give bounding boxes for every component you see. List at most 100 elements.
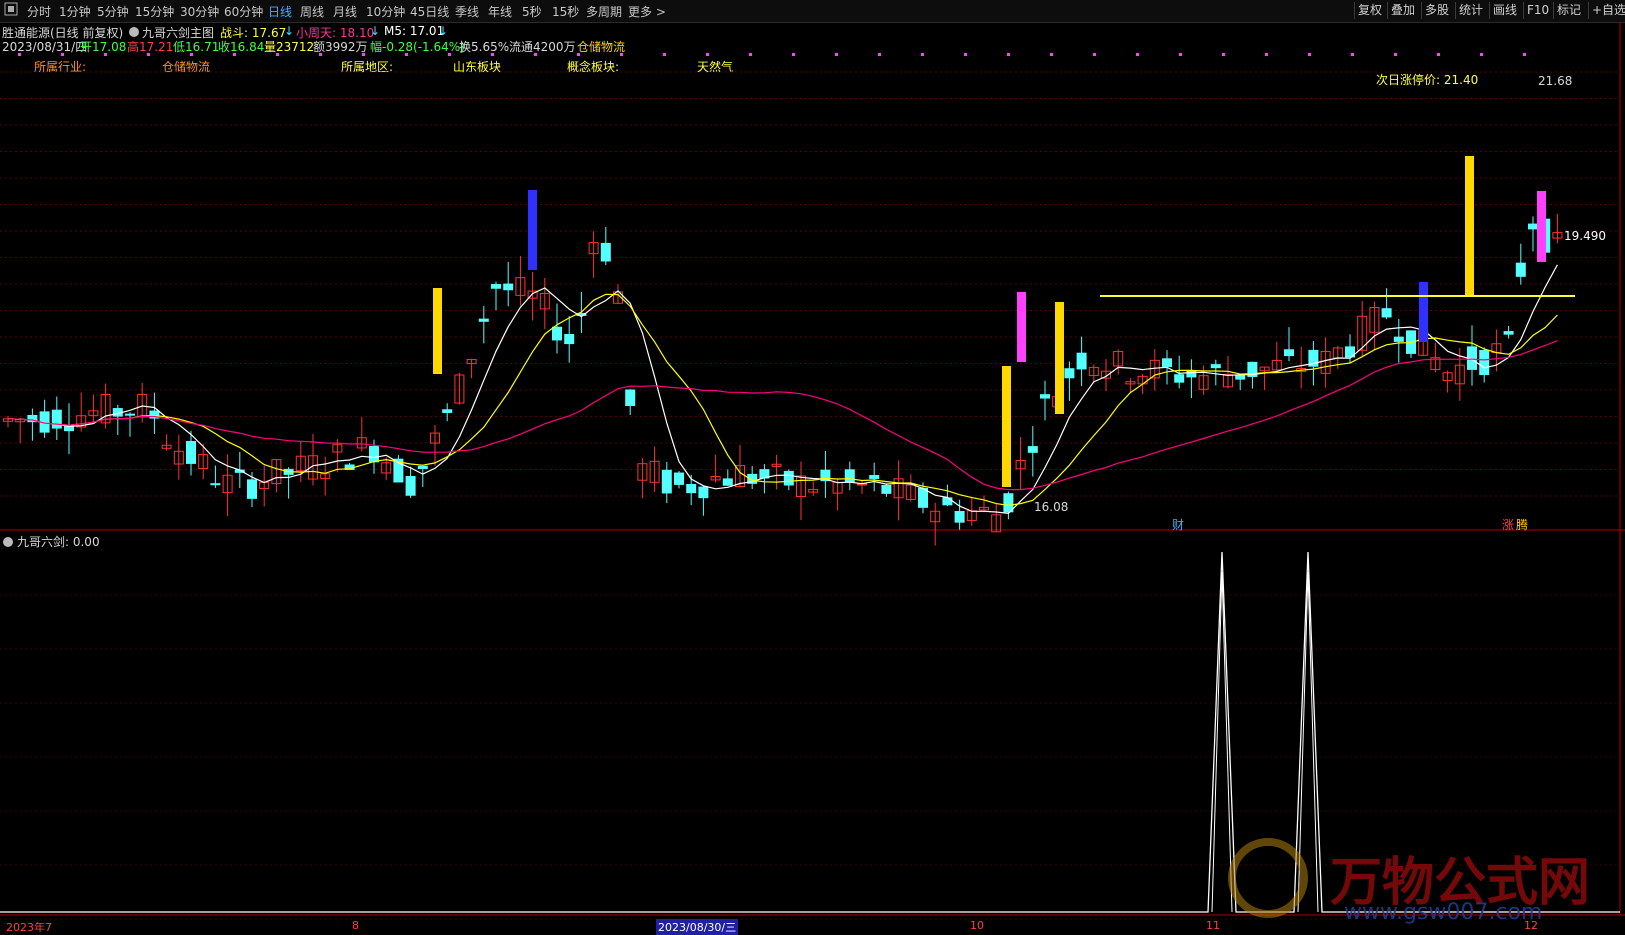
- candle-down: [186, 440, 196, 464]
- finance-event-icon[interactable]: 财: [1172, 516, 1184, 533]
- candle-down: [405, 476, 416, 496]
- signal-bar: [1017, 292, 1026, 362]
- marker-dot: [1523, 53, 1526, 56]
- marker-dot: [835, 53, 838, 56]
- ma10-line: [7, 293, 1558, 507]
- teng-event-icon[interactable]: 腾: [1516, 516, 1528, 533]
- next-limit-price-label: 次日涨停价: 21.40: [1376, 73, 1479, 87]
- candle-down: [478, 318, 489, 322]
- candle-down: [686, 483, 697, 494]
- more-periods-button[interactable]: 更多 >: [628, 3, 666, 20]
- marker-dot: [534, 53, 537, 56]
- period-tab-daily[interactable]: 日线: [268, 3, 292, 20]
- candle-down: [491, 284, 501, 289]
- fuquan-button[interactable]: 复权: [1354, 2, 1385, 19]
- candle-down: [442, 409, 453, 413]
- candle-down: [1393, 336, 1404, 342]
- candle-down: [918, 487, 928, 508]
- signal-bar: [528, 190, 537, 270]
- candle-down: [1174, 374, 1185, 383]
- marker-dot: [749, 53, 752, 56]
- candle-down: [869, 475, 880, 479]
- watermark-logo-icon: [1228, 838, 1308, 918]
- candle-down: [661, 469, 672, 494]
- candle-down: [503, 283, 514, 291]
- period-tab-10min[interactable]: 10分钟: [366, 3, 405, 20]
- period-tab-quarterly[interactable]: 季线: [455, 3, 479, 20]
- toolbar: 分时 1分钟 5分钟 15分钟 30分钟 60分钟 日线 周线 月线 10分钟 …: [0, 0, 1625, 23]
- period-tab-60min[interactable]: 60分钟: [224, 3, 263, 20]
- period-tab-multi[interactable]: 多周期: [586, 3, 622, 20]
- candle-down: [1210, 364, 1221, 369]
- candle-down: [783, 470, 794, 486]
- marker-dot: [1437, 53, 1440, 56]
- stats-button[interactable]: 统计: [1455, 2, 1486, 19]
- period-tab-15min[interactable]: 15分钟: [135, 3, 174, 20]
- multi-stock-button[interactable]: 多股: [1421, 2, 1452, 19]
- candle-down: [1528, 223, 1538, 230]
- marker-dot: [319, 53, 322, 56]
- candle-down: [1027, 446, 1038, 453]
- candle-down: [1003, 493, 1014, 513]
- marker-dot: [104, 53, 107, 56]
- period-tab-5min[interactable]: 5分钟: [97, 3, 129, 20]
- period-tab-5sec[interactable]: 5秒: [522, 3, 542, 20]
- add-favorite-button[interactable]: +自选: [1588, 2, 1625, 19]
- candle-down: [881, 485, 892, 494]
- candle-down: [674, 472, 684, 485]
- period-tab-fenshi[interactable]: 分时: [27, 3, 51, 20]
- period-tab-monthly[interactable]: 月线: [333, 3, 357, 20]
- period-tab-weekly[interactable]: 周线: [300, 3, 324, 20]
- marker-dot: [663, 53, 666, 56]
- x-axis-label: 8: [352, 919, 359, 932]
- candle-down: [51, 409, 62, 429]
- candle-down: [552, 326, 562, 341]
- marker-dot: [878, 53, 881, 56]
- marker-dot: [190, 53, 193, 56]
- candle-down: [722, 478, 733, 486]
- kline-chart[interactable]: [0, 22, 1625, 932]
- candle-down: [1515, 262, 1526, 277]
- marker-dot: [1308, 53, 1311, 56]
- marker-dot: [448, 53, 451, 56]
- candle-down: [564, 333, 575, 345]
- marker-dot: [18, 53, 21, 56]
- candle-down: [1381, 308, 1392, 318]
- marker-dot: [1179, 53, 1182, 56]
- candle-down: [369, 445, 379, 463]
- x-axis-label: 2023年7: [6, 921, 52, 934]
- limit-up-event-icon[interactable]: 涨: [1502, 516, 1514, 533]
- candle-down: [247, 479, 257, 499]
- x-axis-cursor-date: 2023/08/30/三: [656, 919, 739, 935]
- period-tab-1min[interactable]: 1分钟: [59, 3, 91, 20]
- marker-dot: [706, 53, 709, 56]
- period-tab-45day[interactable]: 45日线: [410, 3, 449, 20]
- candle-down: [1076, 352, 1087, 370]
- marker-dot: [362, 53, 365, 56]
- candle-down: [942, 497, 953, 506]
- candle-down: [1040, 394, 1050, 399]
- candle-down: [625, 389, 636, 406]
- draw-line-button[interactable]: 画线: [1489, 2, 1520, 19]
- f10-button[interactable]: F10: [1523, 2, 1552, 19]
- signal-bar: [1055, 302, 1064, 414]
- period-tab-yearly[interactable]: 年线: [488, 3, 512, 20]
- signal-bar: [433, 288, 442, 374]
- period-tab-15sec[interactable]: 15秒: [552, 3, 579, 20]
- candle-down: [1479, 350, 1490, 376]
- overlay-button[interactable]: 叠加: [1387, 2, 1418, 19]
- marker-dot: [921, 53, 924, 56]
- sub-indicator-title[interactable]: 九哥六剑: 0.00: [17, 533, 100, 550]
- signal-bar: [1537, 191, 1546, 262]
- period-tab-30min[interactable]: 30分钟: [180, 3, 219, 20]
- candle-down: [600, 242, 611, 262]
- sub-indicator-toggle-icon[interactable]: [3, 537, 13, 547]
- high-price-marker: 21.68: [1538, 74, 1573, 88]
- mark-button[interactable]: 标记: [1553, 2, 1584, 19]
- menu-square-icon[interactable]: [4, 2, 18, 19]
- signal-bar: [1419, 282, 1428, 342]
- signal-bar: [1465, 156, 1474, 297]
- candle-down: [844, 469, 855, 483]
- candle-down: [210, 483, 221, 486]
- marker-dot: [1007, 53, 1010, 56]
